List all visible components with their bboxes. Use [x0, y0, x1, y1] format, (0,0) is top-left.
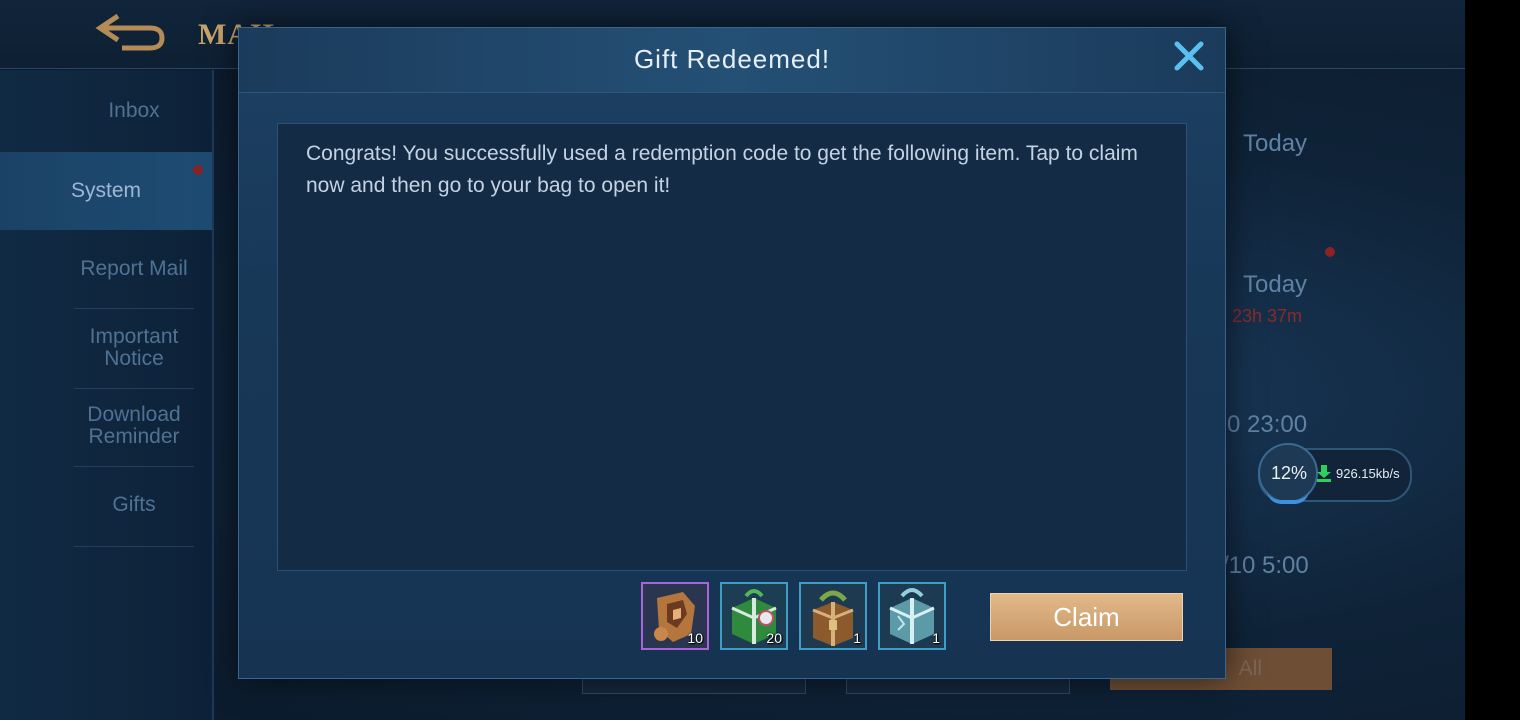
divider [74, 546, 194, 547]
item-quantity: 1 [853, 630, 861, 646]
sidebar-item-system[interactable]: System [0, 152, 212, 230]
notification-dot [1325, 247, 1335, 257]
item-quantity: 10 [687, 630, 703, 646]
sidebar-item-inbox[interactable]: Inbox [74, 100, 194, 122]
mail-date: Today [1243, 271, 1308, 298]
mail-date: 0 23:00 [1227, 411, 1308, 438]
close-icon[interactable] [1171, 38, 1207, 74]
sidebar-item-important-notice[interactable]: Important Notice [74, 326, 194, 370]
item-quantity: 20 [766, 630, 782, 646]
mail-sidebar: Inbox System Report Mail Important Notic… [0, 70, 214, 720]
sidebar-item-report-mail[interactable]: Report Mail [74, 258, 194, 280]
gift-redeemed-dialog: Gift Redeemed! Congrats! You successfull… [238, 27, 1226, 679]
sidebar-item-gifts[interactable]: Gifts [74, 494, 194, 516]
download-speed: 926.15kb/s [1336, 466, 1400, 481]
divider [74, 388, 194, 389]
reward-item[interactable]: 1 [799, 582, 867, 650]
dialog-title: Gift Redeemed! [633, 44, 831, 74]
notification-dot [193, 165, 203, 175]
reward-item[interactable]: 20 [720, 582, 788, 650]
reward-item[interactable]: 10 [641, 582, 709, 650]
mail-date: /10 5:00 [1222, 552, 1309, 579]
back-arrow-icon[interactable] [92, 10, 168, 54]
message-box: Congrats! You successfully used a redemp… [277, 123, 1187, 571]
claim-button[interactable]: Claim [990, 593, 1183, 641]
divider [74, 308, 194, 309]
dialog-header: Gift Redeemed! [239, 28, 1225, 93]
divider [74, 466, 194, 467]
download-icon [1317, 465, 1331, 482]
item-quantity: 1 [932, 630, 940, 646]
reward-item[interactable]: 1 [878, 582, 946, 650]
mail-expiry-timer: 23h 37m [1232, 306, 1303, 326]
screen-edge [1465, 0, 1520, 720]
download-percent: 12% [1270, 463, 1308, 483]
redeem-message: Congrats! You successfully used a redemp… [306, 142, 1138, 197]
mail-date: Today [1243, 130, 1308, 157]
sidebar-item-download-reminder[interactable]: Download Reminder [74, 404, 194, 448]
